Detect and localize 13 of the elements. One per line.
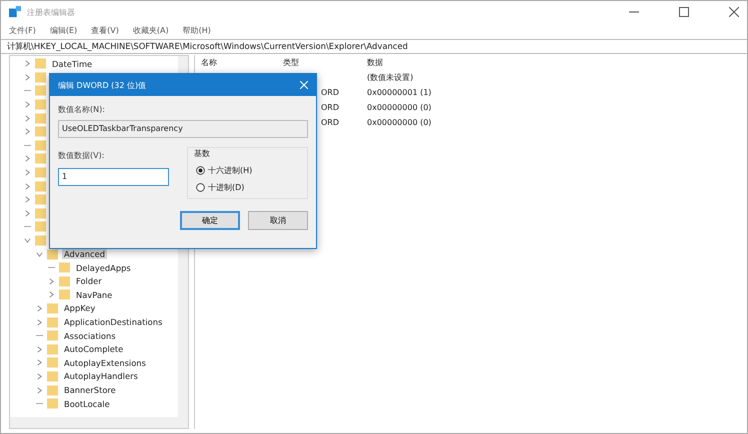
table-cell: ORD [321, 103, 340, 112]
field-label: 数值名称(N): [58, 104, 106, 115]
window-title: 注册表编辑器 [27, 6, 75, 18]
table-cell-text: 0x00000001 (1) [367, 88, 432, 97]
table-cell-text: 0x00000000 (0) [367, 118, 432, 127]
table-cell: ORD [321, 88, 340, 97]
group-label: 基数 [194, 148, 211, 159]
table-cell-text: 0x00000000 (0) [367, 103, 432, 112]
value-name-field: UseOLEDTaskbarTransparency [58, 120, 308, 138]
table-cell-text: (数值未设置) [367, 72, 414, 83]
field-label: 数值数据(V): [58, 150, 106, 161]
table-cell: ORD [321, 118, 340, 127]
dialog-title: 编辑 DWORD (32 位)值 [58, 80, 146, 90]
